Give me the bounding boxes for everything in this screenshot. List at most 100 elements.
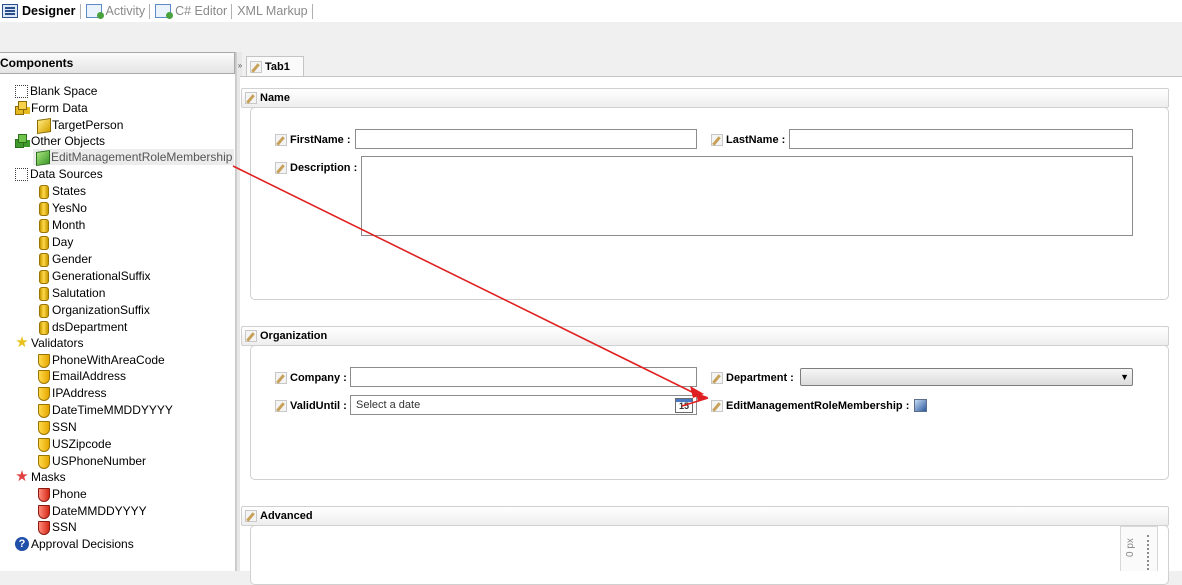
department-label: Department : (711, 369, 794, 387)
shield-icon (36, 386, 50, 401)
database-icon (36, 320, 50, 335)
tree-item-ipaddress[interactable]: IPAddress (36, 385, 106, 401)
shield-icon (36, 369, 50, 384)
company-input[interactable] (350, 367, 697, 387)
database-icon (36, 184, 50, 199)
tree-item-targetperson[interactable]: TargetPerson (36, 117, 123, 133)
tree-item-label: Gender (52, 252, 93, 266)
tree-item-data-sources[interactable]: Data Sources (15, 166, 103, 182)
tree-item-phone-mask[interactable]: Phone (36, 486, 87, 502)
tab-csharp-editor[interactable]: C# Editor (153, 0, 235, 22)
tab-divider (149, 3, 151, 19)
star-icon: ★ (15, 334, 29, 351)
tree-item-label: Blank Space (30, 84, 98, 98)
lastname-input[interactable] (789, 129, 1133, 149)
firstname-input[interactable] (355, 129, 697, 149)
tree-item-day[interactable]: Day (36, 234, 73, 250)
department-select[interactable]: ▼ (800, 368, 1133, 386)
tree-item-label: dsDepartment (52, 320, 128, 334)
pencil-icon (711, 400, 723, 412)
tree-item-masks[interactable]: ★ Masks (15, 469, 65, 485)
shield-icon (36, 454, 50, 469)
red-shield-icon (36, 487, 50, 502)
tree-item-organizationsuffix[interactable]: OrganizationSuffix (36, 302, 150, 318)
tab-csharp-label: C# Editor (175, 4, 228, 18)
tree-item-label: PhoneWithAreaCode (52, 353, 165, 367)
tree-item-label: Validators (31, 336, 84, 350)
pencil-icon (275, 372, 287, 384)
database-icon (36, 269, 50, 284)
tree-item-label: OrganizationSuffix (52, 303, 150, 317)
section-advanced-body (250, 525, 1169, 585)
green-cube-icon (35, 150, 49, 164)
tree-item-ssn-validator[interactable]: SSN (36, 419, 77, 435)
tree-item-editmanagementrolemembership[interactable]: EditManagementRoleMembership (33, 149, 234, 165)
activity-icon (85, 4, 104, 19)
pencil-icon (711, 372, 723, 384)
tab-activity[interactable]: Activity (84, 0, 154, 22)
pencil-icon (245, 330, 257, 342)
description-textarea[interactable] (361, 156, 1133, 236)
tree-item-label: EmailAddress (52, 369, 127, 383)
lastname-label: LastName : (711, 131, 785, 149)
database-icon (36, 303, 50, 318)
section-name-title: Name (260, 92, 290, 104)
tree-item-salutation[interactable]: Salutation (36, 285, 105, 301)
tab-activity-label: Activity (105, 4, 146, 18)
tree-item-approval-decisions[interactable]: ? Approval Decisions (15, 536, 134, 552)
red-shield-icon (36, 520, 50, 535)
tree-item-label: Salutation (52, 286, 106, 300)
pencil-icon (275, 134, 287, 146)
tree-item-usphonenumber[interactable]: USPhoneNumber (36, 453, 146, 469)
tree-item-label: Day (52, 235, 74, 249)
section-organization-header[interactable]: Organization (241, 326, 1169, 346)
validuntil-date-picker[interactable]: Select a date 15 (350, 395, 697, 415)
tree-item-datetimemmddyyyy[interactable]: DateTimeMMDDYYYY (36, 402, 173, 418)
section-advanced-header[interactable]: Advanced (241, 506, 1169, 526)
section-name-header[interactable]: Name (241, 88, 1169, 108)
shield-icon (36, 437, 50, 452)
tree-item-phonewithareacode[interactable]: PhoneWithAreaCode (36, 352, 165, 368)
tab-designer-label: Designer (22, 4, 76, 18)
section-organization-title: Organization (260, 330, 328, 342)
tree-item-label: Phone (52, 487, 87, 501)
tab-divider (231, 3, 233, 19)
tree-item-uszipcode[interactable]: USZipcode (36, 436, 111, 452)
tree-item-label: Other Objects (31, 134, 106, 148)
tree-item-datemmddyyyy[interactable]: DateMMDDYYYY (36, 503, 147, 519)
calendar-icon[interactable]: 15 (675, 398, 693, 413)
tree-item-form-data[interactable]: Form Data (15, 100, 88, 116)
tree-item-label: USPhoneNumber (52, 454, 147, 468)
tree-item-blank-space[interactable]: Blank Space (15, 83, 97, 99)
tree-item-generationalsuffix[interactable]: GenerationalSuffix (36, 268, 151, 284)
tree-item-other-objects[interactable]: Other Objects (15, 133, 105, 149)
components-panel: Components Blank Space Form Data TargetP… (0, 52, 236, 571)
tree-item-emailaddress[interactable]: EmailAddress (36, 368, 126, 384)
company-label: Company : (275, 369, 347, 387)
database-icon (36, 235, 50, 250)
tree-item-states[interactable]: States (36, 183, 86, 199)
database-icon (36, 252, 50, 267)
tree-item-yesno[interactable]: YesNo (36, 200, 87, 216)
tree-item-label: Form Data (31, 101, 88, 115)
tree-item-month[interactable]: Month (36, 217, 85, 233)
tab-designer[interactable]: Designer (0, 0, 84, 22)
tree-item-label: Approval Decisions (31, 537, 134, 551)
tree-item-label: SSN (52, 420, 77, 434)
emrm-label-text: EditManagementRoleMembership : (726, 400, 910, 412)
tree-item-validators[interactable]: ★ Validators (15, 335, 83, 351)
tree-item-ssn-mask[interactable]: SSN (36, 519, 77, 535)
validuntil-label-text: ValidUntil : (290, 400, 347, 412)
pencil-icon (275, 162, 287, 174)
emrm-checkbox[interactable] (914, 399, 927, 412)
tab-tab1[interactable]: Tab1 (246, 56, 304, 76)
company-label-text: Company : (290, 372, 347, 384)
ruler-ticks (1147, 535, 1149, 570)
help-icon: ? (15, 537, 29, 551)
other-objects-icon (15, 134, 29, 148)
tree-item-dsdepartment[interactable]: dsDepartment (36, 319, 127, 335)
tree-item-gender[interactable]: Gender (36, 251, 92, 267)
ruler-label: 0 px (1125, 538, 1136, 557)
tab-xml-markup[interactable]: XML Markup (235, 0, 315, 22)
blank-space-icon (15, 167, 28, 181)
